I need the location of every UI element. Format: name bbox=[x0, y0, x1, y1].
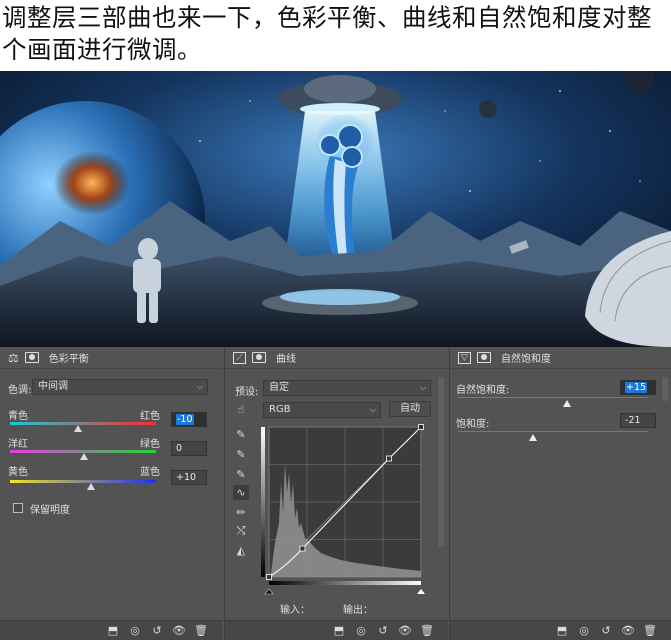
vibrance-track[interactable] bbox=[458, 397, 648, 398]
yellow-blue-thumb[interactable] bbox=[87, 483, 95, 490]
view-previous-icon[interactable]: ◎ bbox=[128, 624, 142, 637]
curves-header: ⟋ 曲线 bbox=[225, 347, 448, 369]
visibility-eye-icon[interactable]: 👁 bbox=[398, 624, 412, 637]
vibrance-footer: ⬒ ◎ ↺ 👁 🗑 bbox=[450, 620, 671, 640]
clip-to-layer-icon[interactable]: ⬒ bbox=[555, 624, 569, 637]
vibrance-value[interactable]: +15 bbox=[620, 380, 656, 395]
preset-label: 预设: bbox=[235, 387, 259, 398]
curves-panel: ⟋ 曲线 预设: 自定 ⌵ ☝ RGB ⌵ 自动 ✎ ✎ ✎ ∿ ✏ ⤭ ◭ 输… bbox=[224, 347, 448, 640]
chevron-down-icon: ⌵ bbox=[196, 382, 203, 391]
green-label: 绿色 bbox=[140, 439, 160, 450]
preset-select-value: 自定 bbox=[269, 382, 289, 393]
tone-label: 色调: bbox=[8, 385, 32, 396]
black-point-slider bbox=[264, 588, 274, 595]
smooth-curve-icon[interactable]: ⤭ bbox=[233, 523, 249, 538]
preserve-luminosity-checkbox[interactable] bbox=[13, 503, 23, 513]
curves-graph[interactable] bbox=[261, 423, 427, 595]
vibrance-title: 自然饱和度 bbox=[501, 354, 551, 365]
white-eyedropper-icon[interactable]: ✎ bbox=[233, 467, 249, 482]
cyan-red-value[interactable]: -10 bbox=[171, 412, 207, 427]
auto-button[interactable]: 自动 bbox=[389, 401, 431, 417]
cyan-red-thumb[interactable] bbox=[74, 425, 82, 432]
vibrance-label: 自然饱和度: bbox=[456, 385, 510, 396]
reset-icon[interactable]: ↺ bbox=[599, 624, 613, 637]
saturation-track[interactable] bbox=[458, 431, 648, 432]
vibrance-thumb[interactable] bbox=[563, 400, 571, 407]
view-previous-icon[interactable]: ◎ bbox=[577, 624, 591, 637]
curve-point-icon[interactable]: ∿ bbox=[233, 485, 249, 500]
article-caption: 调整层三部曲也来一下，色彩平衡、曲线和自然饱和度对整个画面进行微调。 bbox=[2, 3, 652, 64]
chevron-down-icon: ⌵ bbox=[369, 405, 376, 414]
chevron-down-icon: ⌵ bbox=[419, 383, 426, 392]
cyan-red-track[interactable] bbox=[10, 422, 156, 425]
tone-select-value: 中间调 bbox=[38, 381, 68, 392]
curve-point-1 bbox=[299, 545, 306, 552]
blue-label: 蓝色 bbox=[140, 467, 160, 478]
view-previous-icon[interactable]: ◎ bbox=[354, 624, 368, 637]
reset-icon[interactable]: ↺ bbox=[150, 624, 164, 637]
reset-icon[interactable]: ↺ bbox=[376, 624, 390, 637]
preserve-luminosity-label: 保留明度 bbox=[30, 505, 70, 516]
curves-footer: ⬒ ◎ ↺ 👁 🗑 bbox=[225, 620, 448, 640]
yellow-blue-track[interactable] bbox=[10, 480, 156, 483]
color-balance-title: 色彩平衡 bbox=[48, 354, 89, 365]
trash-icon[interactable]: 🗑 bbox=[420, 624, 434, 637]
gray-eyedropper-icon[interactable]: ✎ bbox=[233, 447, 249, 462]
magenta-green-value[interactable]: 0 bbox=[171, 441, 207, 456]
curve-point-0 bbox=[266, 574, 272, 580]
target-adjust-icon[interactable]: ☝ bbox=[233, 402, 249, 417]
color-balance-footer: ⬒ ◎ ↺ 👁 🗑 bbox=[0, 620, 222, 640]
layer-mask-icon[interactable] bbox=[24, 352, 39, 363]
saturation-thumb[interactable] bbox=[529, 434, 537, 441]
clipping-warning-icon[interactable]: ◭ bbox=[233, 543, 249, 558]
visibility-eye-icon[interactable]: 👁 bbox=[172, 624, 186, 637]
adjustment-panels: ⚖ 色彩平衡 色调: 中间调 ⌵ 青色 红色 -10 洋红 绿色 0 黄色 蓝色… bbox=[0, 347, 671, 640]
clip-to-layer-icon[interactable]: ⬒ bbox=[332, 624, 346, 637]
black-eyedropper-icon[interactable]: ✎ bbox=[233, 427, 249, 442]
layer-mask-icon[interactable] bbox=[477, 352, 491, 363]
saturation-value[interactable]: -21 bbox=[620, 413, 656, 428]
channel-select[interactable]: RGB ⌵ bbox=[263, 402, 381, 418]
trash-icon[interactable]: 🗑 bbox=[194, 624, 208, 637]
preset-select[interactable]: 自定 ⌵ bbox=[263, 380, 431, 396]
vibrance-triangle-icon: ▽ bbox=[458, 351, 471, 364]
vibrance-scrollbar[interactable] bbox=[662, 377, 668, 401]
tone-select[interactable]: 中间调 ⌵ bbox=[32, 379, 208, 395]
color-balance-header: ⚖ 色彩平衡 bbox=[0, 347, 222, 369]
visibility-eye-icon[interactable]: 👁 bbox=[621, 624, 635, 637]
layer-mask-icon[interactable] bbox=[252, 352, 266, 363]
pencil-icon[interactable]: ✏ bbox=[233, 505, 249, 520]
red-label: 红色 bbox=[140, 411, 160, 422]
saturation-label: 饱和度: bbox=[456, 419, 490, 430]
magenta-green-thumb[interactable] bbox=[80, 453, 88, 460]
yellow-blue-value[interactable]: +10 bbox=[171, 470, 207, 485]
curve-point-3 bbox=[418, 424, 424, 430]
channel-select-value: RGB bbox=[269, 404, 291, 415]
curve-point-2 bbox=[386, 455, 392, 462]
trash-icon[interactable]: 🗑 bbox=[643, 624, 657, 637]
cyan-label: 青色 bbox=[8, 411, 28, 422]
magenta-label: 洋红 bbox=[8, 439, 28, 450]
input-label: 输入： bbox=[280, 605, 310, 616]
vibrance-header: ▽ 自然饱和度 bbox=[450, 347, 671, 369]
artwork-scene bbox=[0, 71, 671, 347]
color-balance-panel: ⚖ 色彩平衡 色调: 中间调 ⌵ 青色 红色 -10 洋红 绿色 0 黄色 蓝色… bbox=[0, 347, 222, 640]
curves-title: 曲线 bbox=[276, 354, 296, 365]
clip-to-layer-icon[interactable]: ⬒ bbox=[106, 624, 120, 637]
curves-scrollbar[interactable] bbox=[438, 377, 444, 547]
vibrance-panel: ▽ 自然饱和度 自然饱和度: +15 饱和度: -21 ⬒ ◎ ↺ 👁 🗑 bbox=[449, 347, 671, 640]
output-label: 输出： bbox=[343, 605, 373, 616]
artwork-image bbox=[0, 71, 671, 347]
white-point-slider bbox=[417, 589, 425, 594]
curves-grid-icon: ⟋ bbox=[233, 351, 246, 364]
yellow-label: 黄色 bbox=[8, 467, 28, 478]
balance-scale-icon: ⚖ bbox=[8, 350, 19, 365]
